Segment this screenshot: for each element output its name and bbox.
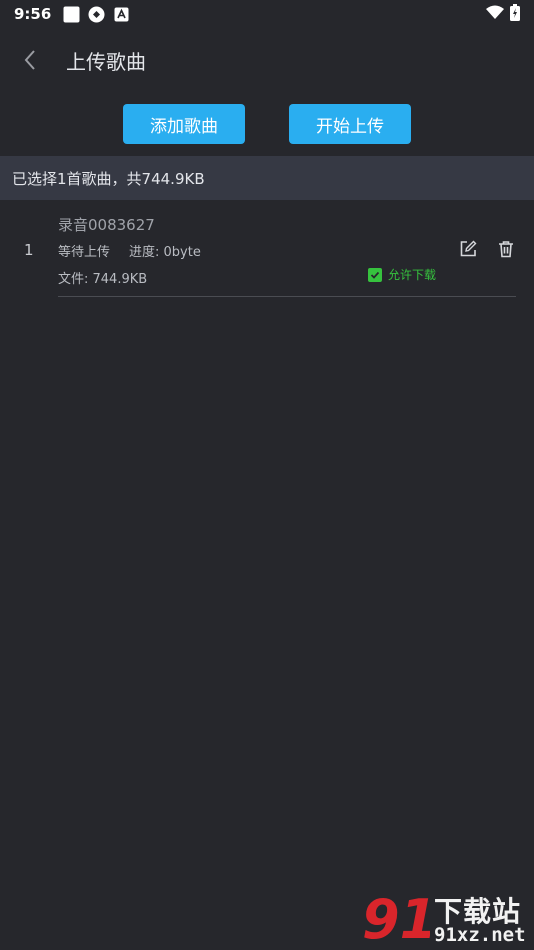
add-song-button[interactable]: 添加歌曲 xyxy=(123,104,245,144)
back-button[interactable] xyxy=(0,36,60,84)
delete-song-button[interactable] xyxy=(496,239,516,259)
chevron-left-icon xyxy=(24,50,35,70)
list-divider xyxy=(58,296,516,297)
upload-progress: 进度: 0byte xyxy=(129,245,201,260)
checkbox-checked-icon xyxy=(368,267,382,282)
trash-icon xyxy=(499,241,513,258)
watermark-logo: 91 xyxy=(362,888,430,948)
watermark-url-text: 91xz.net xyxy=(434,924,526,946)
status-bar: 9:56 xyxy=(0,0,534,28)
app-bar: 上传歌曲 xyxy=(0,36,534,84)
song-list-item[interactable]: 1 录音0083627 等待上传 进度: 0byte 文件: 744.9KB 允… xyxy=(0,205,534,297)
allow-download-label: 允许下载 xyxy=(388,268,437,282)
file-size: 文件: 744.9KB xyxy=(58,272,148,287)
battery-icon xyxy=(510,3,520,25)
selection-summary: 已选择1首歌曲，共744.9KB xyxy=(0,156,534,200)
keyboard-notification-icon xyxy=(113,6,130,23)
watermark-logo-text: 91 xyxy=(362,888,430,948)
edit-icon xyxy=(460,240,477,257)
start-upload-button[interactable]: 开始上传 xyxy=(289,104,411,144)
page-title: 上传歌曲 xyxy=(66,49,146,74)
status-time: 9:56 xyxy=(14,5,52,23)
app-notification-icon xyxy=(88,6,105,23)
wifi-icon xyxy=(486,5,504,23)
upload-status: 等待上传 xyxy=(58,245,111,260)
status-right xyxy=(486,3,520,25)
site-watermark: 91 下载站 91xz.net xyxy=(362,888,532,948)
song-index: 1 xyxy=(24,241,34,259)
action-buttons: 添加歌曲 开始上传 xyxy=(0,104,534,146)
edit-song-button[interactable] xyxy=(458,239,478,259)
notification-square-icon xyxy=(63,6,80,23)
song-name: 录音0083627 xyxy=(58,216,155,234)
allow-download-checkbox[interactable]: 允许下载 xyxy=(368,266,436,283)
